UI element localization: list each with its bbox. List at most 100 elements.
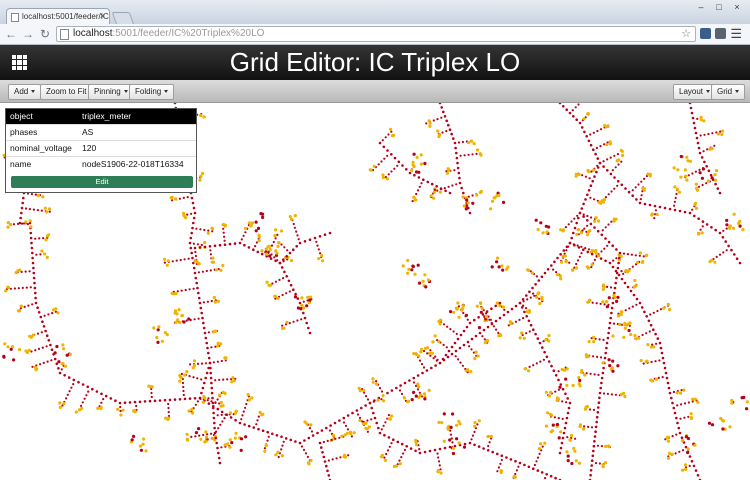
- line-node[interactable]: [34, 296, 37, 300]
- line-node[interactable]: [316, 244, 319, 247]
- line-node[interactable]: [292, 320, 295, 323]
- line-node[interactable]: [288, 251, 292, 255]
- line-node[interactable]: [210, 386, 214, 390]
- meter-node[interactable]: [274, 249, 278, 253]
- meter-node[interactable]: [582, 117, 586, 121]
- line-node[interactable]: [273, 256, 276, 259]
- meter-node[interactable]: [152, 326, 156, 330]
- meter-node[interactable]: [430, 351, 434, 355]
- line-node[interactable]: [461, 364, 464, 367]
- line-node[interactable]: [163, 398, 167, 402]
- line-node[interactable]: [540, 275, 544, 279]
- line-node[interactable]: [616, 295, 620, 299]
- line-node[interactable]: [528, 330, 531, 333]
- meter-node[interactable]: [190, 407, 194, 411]
- line-node[interactable]: [615, 248, 618, 251]
- meter-node[interactable]: [686, 447, 690, 451]
- meter-node[interactable]: [309, 295, 313, 299]
- line-node[interactable]: [380, 160, 383, 163]
- line-node[interactable]: [532, 292, 535, 295]
- line-node[interactable]: [539, 360, 542, 363]
- line-node[interactable]: [412, 390, 416, 394]
- line-node[interactable]: [392, 438, 395, 442]
- line-node[interactable]: [171, 260, 174, 263]
- line-node[interactable]: [194, 431, 198, 435]
- meter-node[interactable]: [177, 308, 181, 312]
- line-node[interactable]: [451, 184, 454, 187]
- meter-node[interactable]: [40, 249, 44, 253]
- line-node[interactable]: [417, 176, 421, 179]
- line-node[interactable]: [566, 397, 569, 400]
- line-node[interactable]: [589, 408, 592, 411]
- line-node[interactable]: [294, 440, 297, 443]
- line-node[interactable]: [139, 448, 143, 452]
- meter-node[interactable]: [644, 253, 648, 258]
- meter-node[interactable]: [246, 393, 250, 397]
- line-node[interactable]: [278, 261, 282, 265]
- line-node[interactable]: [640, 194, 643, 197]
- meter-node[interactable]: [267, 244, 272, 248]
- line-node[interactable]: [692, 464, 696, 468]
- meter-node[interactable]: [650, 213, 654, 217]
- line-node[interactable]: [707, 132, 710, 136]
- line-node[interactable]: [67, 376, 71, 379]
- meter-node[interactable]: [379, 455, 383, 459]
- line-node[interactable]: [656, 337, 660, 340]
- line-node[interactable]: [538, 452, 541, 455]
- meter-node[interactable]: [710, 258, 714, 262]
- meter-node[interactable]: [203, 240, 207, 245]
- line-node[interactable]: [610, 220, 613, 223]
- line-node[interactable]: [525, 315, 528, 318]
- line-node[interactable]: [710, 176, 714, 180]
- line-node[interactable]: [607, 296, 611, 300]
- line-node[interactable]: [182, 196, 185, 199]
- line-node[interactable]: [654, 360, 657, 363]
- meter-node[interactable]: [479, 189, 483, 194]
- line-node[interactable]: [595, 302, 598, 305]
- line-node[interactable]: [405, 445, 409, 448]
- meter-node[interactable]: [223, 223, 227, 227]
- meter-node[interactable]: [300, 303, 304, 308]
- line-node[interactable]: [245, 402, 248, 406]
- meter-node[interactable]: [249, 224, 253, 228]
- line-node[interactable]: [358, 416, 362, 419]
- line-node[interactable]: [698, 168, 701, 171]
- meter-node[interactable]: [406, 271, 410, 275]
- line-node[interactable]: [721, 427, 725, 431]
- line-node[interactable]: [223, 239, 226, 242]
- meter-node[interactable]: [390, 414, 394, 418]
- line-node[interactable]: [654, 209, 658, 212]
- meter-node[interactable]: [518, 336, 522, 340]
- meter-node[interactable]: [264, 252, 268, 256]
- meter-node[interactable]: [683, 168, 688, 172]
- line-node[interactable]: [29, 231, 33, 235]
- meter-node[interactable]: [99, 407, 103, 411]
- meter-node[interactable]: [219, 400, 223, 405]
- line-node[interactable]: [628, 307, 631, 310]
- line-node[interactable]: [600, 445, 604, 448]
- line-node[interactable]: [366, 419, 369, 422]
- line-node[interactable]: [616, 364, 620, 368]
- line-node[interactable]: [580, 126, 584, 129]
- meter-node[interactable]: [436, 129, 440, 133]
- line-node[interactable]: [691, 400, 694, 403]
- line-node[interactable]: [194, 250, 197, 254]
- line-node[interactable]: [244, 231, 247, 234]
- meter-node[interactable]: [155, 335, 159, 340]
- line-node[interactable]: [390, 153, 393, 156]
- line-node[interactable]: [308, 331, 312, 335]
- meter-node[interactable]: [696, 400, 700, 404]
- line-node[interactable]: [673, 411, 677, 415]
- line-node[interactable]: [95, 390, 99, 393]
- line-node[interactable]: [730, 248, 733, 252]
- line-node[interactable]: [610, 393, 614, 396]
- line-node[interactable]: [293, 226, 296, 229]
- line-node[interactable]: [604, 196, 608, 199]
- line-node[interactable]: [218, 243, 222, 247]
- line-node[interactable]: [453, 169, 456, 172]
- line-node[interactable]: [577, 216, 580, 220]
- line-node[interactable]: [414, 449, 417, 453]
- line-node[interactable]: [593, 226, 596, 229]
- line-node[interactable]: [456, 337, 460, 341]
- meter-node[interactable]: [180, 314, 184, 318]
